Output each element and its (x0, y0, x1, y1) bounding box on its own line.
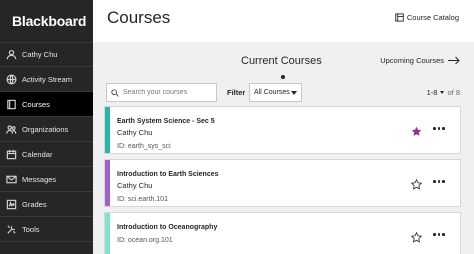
arrow-right-icon (448, 56, 460, 65)
grades-icon (4, 197, 18, 211)
course-color-bar (105, 107, 110, 153)
course-color-bar (105, 160, 110, 206)
tab-current-courses[interactable]: Current Courses (241, 55, 322, 67)
sidebar-item-courses[interactable]: Courses (0, 92, 93, 117)
course-color-bar (105, 213, 110, 254)
page-title: Courses (107, 8, 171, 27)
sidebar-item-label: Calendar (22, 149, 53, 159)
filter-bar: Filter All Courses 1-8 of 8 (93, 82, 474, 104)
search-box (106, 83, 217, 102)
pager: 1-8 of 8 (427, 88, 460, 97)
course-card[interactable]: Introduction to Earth Sciences Cathy Chu… (104, 159, 461, 207)
main-content: Courses Course Catalog Current Courses U… (93, 0, 474, 254)
sidebar-item-organizations[interactable]: Organizations (0, 117, 93, 142)
chevron-down-icon (291, 91, 297, 95)
sidebar-item-profile[interactable]: Cathy Chu (0, 42, 93, 67)
course-title[interactable]: Introduction to Earth Sciences (117, 171, 219, 178)
course-tabs: Current Courses Upcoming Courses (93, 42, 474, 82)
sidebar-item-label: Activity Stream (22, 74, 73, 84)
course-instructor: Cathy Chu (117, 128, 153, 137)
course-card[interactable]: Introduction to Oceanography ID: ocean.o… (104, 212, 461, 254)
filter-dropdown[interactable]: All Courses (249, 83, 302, 102)
course-title[interactable]: Earth System Science - Sec 5 (117, 118, 215, 125)
envelope-icon (4, 172, 18, 186)
sidebar-item-label: Courses (22, 99, 50, 109)
chevron-down-icon[interactable] (440, 91, 445, 94)
upcoming-courses-label: Upcoming Courses (380, 56, 444, 65)
book-icon (4, 97, 18, 111)
people-icon (4, 122, 18, 136)
course-id: ID: ocean.org.101 (117, 237, 173, 244)
tab-upcoming-courses[interactable]: Upcoming Courses (380, 56, 460, 65)
course-catalog-label: Course Catalog (406, 13, 459, 22)
catalog-icon (395, 13, 404, 22)
sidebar-item-activity-stream[interactable]: Activity Stream (0, 67, 93, 92)
sidebar-item-tools[interactable]: Tools (0, 217, 93, 242)
sidebar-item-messages[interactable]: Messages (0, 167, 93, 192)
more-options-icon[interactable] (433, 127, 445, 130)
tools-icon (4, 222, 18, 236)
globe-icon (4, 72, 18, 86)
course-id: ID: earth_sys_sci (117, 143, 171, 150)
more-options-icon[interactable] (433, 233, 445, 236)
page-header: Courses Course Catalog (93, 0, 474, 42)
pager-range[interactable]: 1-8 (427, 88, 438, 97)
search-input[interactable] (123, 89, 213, 96)
sidebar: Blackboard Cathy Chu Activity Stream Cou… (0, 0, 93, 254)
course-card[interactable]: Earth System Science - Sec 5 Cathy Chu I… (104, 106, 461, 154)
favorite-star-icon[interactable] (411, 126, 422, 137)
sidebar-item-label: Grades (22, 199, 47, 209)
favorite-star-icon[interactable] (411, 232, 422, 243)
sidebar-item-grades[interactable]: Grades (0, 192, 93, 217)
filter-label: Filter (227, 88, 246, 97)
sidebar-item-label: Messages (22, 174, 57, 184)
more-options-icon[interactable] (433, 180, 445, 183)
favorite-star-icon[interactable] (411, 179, 422, 190)
course-title[interactable]: Introduction to Oceanography (117, 224, 217, 231)
course-catalog-button[interactable]: Course Catalog (395, 13, 459, 22)
filter-value: All Courses (254, 89, 290, 96)
sidebar-item-calendar[interactable]: Calendar (0, 142, 93, 167)
sidebar-item-label: Tools (22, 224, 40, 234)
user-icon (4, 48, 18, 62)
course-instructor: Cathy Chu (117, 181, 153, 190)
calendar-icon (4, 147, 18, 161)
pager-total: of 8 (447, 88, 460, 97)
sidebar-item-label: Organizations (22, 124, 69, 134)
course-id: ID: sci.earth.101 (117, 196, 168, 203)
search-icon (111, 88, 119, 97)
sidebar-item-label: Cathy Chu (22, 50, 58, 59)
brand-logo[interactable]: Blackboard (0, 0, 93, 42)
current-tab-indicator (281, 75, 285, 79)
